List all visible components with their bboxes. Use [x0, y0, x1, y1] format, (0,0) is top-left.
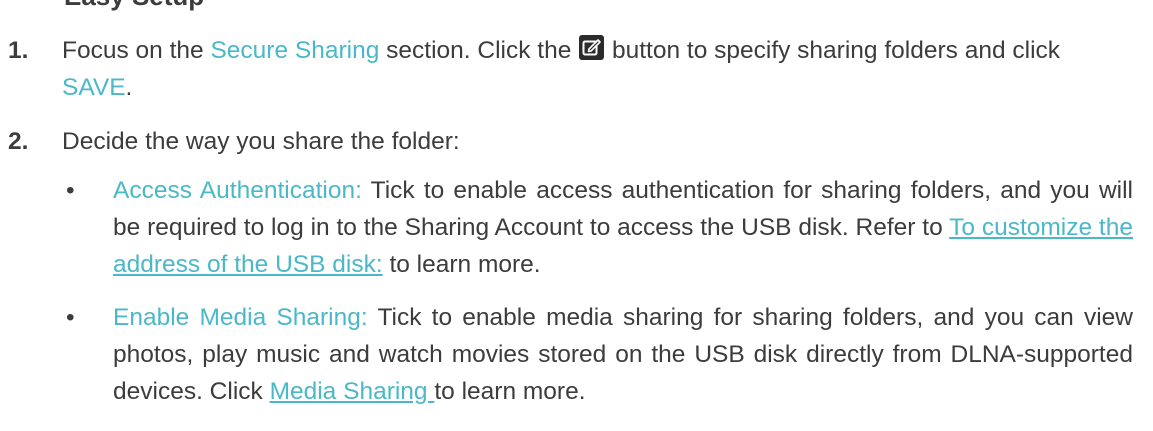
bullet-1-text-b: to learn more.	[382, 251, 541, 278]
step-1-text-a: Focus on the	[62, 37, 211, 64]
save-label: SAVE	[62, 74, 126, 101]
step-1-text: Focus on the Secure Sharing section. Cli…	[62, 32, 1132, 106]
enable-media-sharing-label: Enable Media Sharing:	[113, 304, 368, 331]
bullet-symbol: •	[66, 177, 75, 204]
step-1-text-b: section. Click the	[379, 37, 579, 64]
document-page: Easy Setup 1. Focus on the Secure Sharin…	[0, 0, 1153, 431]
step-number: 2.	[8, 128, 29, 155]
bullet-1-text: Access Authentication: Tick to enable ac…	[113, 172, 1133, 283]
step-number: 1.	[8, 37, 29, 64]
section-heading: Easy Setup	[64, 0, 204, 15]
media-sharing-link[interactable]: Media Sharing	[270, 378, 435, 405]
bullet-2-text-b: to learn more.	[434, 378, 586, 405]
step-2-text: Decide the way you share the folder:	[62, 128, 460, 155]
edit-icon	[579, 35, 605, 60]
step-1-text-c: button to specify sharing folders and cl…	[605, 37, 1061, 64]
secure-sharing-label: Secure Sharing	[210, 37, 380, 64]
bullet-2-text: Enable Media Sharing: Tick to enable med…	[113, 299, 1133, 410]
step-1-text-d: .	[125, 74, 133, 101]
access-authentication-label: Access Authentication:	[113, 177, 362, 204]
bullet-symbol: •	[66, 304, 75, 331]
